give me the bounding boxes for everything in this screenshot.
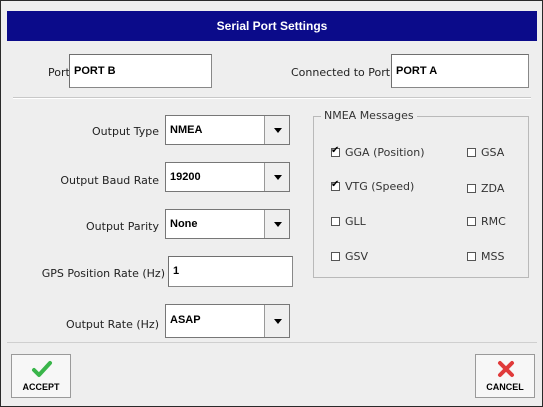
chevron-down-icon: [274, 222, 282, 227]
output-rate-select[interactable]: ASAP: [165, 304, 290, 338]
output-rate-value: ASAP: [170, 314, 201, 326]
checkbox-box[interactable]: [331, 251, 340, 261]
dialog-title: Serial Port Settings: [7, 11, 537, 41]
checkbox-box[interactable]: ✔: [331, 179, 340, 191]
baud-rate-value: 19200: [170, 171, 201, 183]
connected-port-label: Connected to Port: [291, 66, 391, 79]
output-rate-dropdown-button[interactable]: [264, 305, 289, 337]
checkbox-label: ZDA: [481, 182, 505, 195]
checkbox-label: VTG (Speed): [345, 180, 415, 193]
checkbox-box[interactable]: [467, 251, 476, 261]
cancel-button-label: CANCEL: [486, 382, 524, 392]
checkbox-label: GSA: [481, 146, 505, 159]
checkbox-label: GLL: [345, 215, 366, 228]
checkbox-gsv[interactable]: GSV: [331, 250, 368, 264]
check-mark-icon: ✔: [331, 144, 340, 156]
gps-rate-label: GPS Position Rate (Hz): [41, 267, 165, 280]
checkbox-gll[interactable]: GLL: [331, 215, 366, 229]
gps-rate-input[interactable]: 1: [168, 256, 293, 287]
checkbox-label: RMC: [481, 215, 506, 228]
output-type-value: NMEA: [170, 124, 203, 136]
checkbox-box[interactable]: [467, 216, 476, 226]
parity-select[interactable]: None: [165, 209, 290, 239]
checkbox-box[interactable]: [331, 216, 340, 226]
checkbox-zda[interactable]: ZDA: [467, 182, 504, 196]
checkbox-gga[interactable]: ✔ GGA (Position): [331, 145, 425, 160]
checkbox-label: MSS: [481, 250, 505, 263]
checkbox-rmc[interactable]: RMC: [467, 215, 506, 229]
baud-rate-select[interactable]: 19200: [165, 162, 290, 192]
baud-rate-label: Output Baud Rate: [60, 174, 159, 187]
checkbox-gsa[interactable]: GSA: [467, 146, 504, 160]
parity-label: Output Parity: [86, 220, 159, 233]
green-checkmark-icon: [12, 359, 70, 379]
check-mark-icon: ✔: [331, 178, 340, 190]
action-bar: [7, 342, 537, 400]
output-rate-label: Output Rate (Hz): [65, 318, 159, 331]
port-label: Port: [48, 66, 70, 79]
section-divider: [13, 97, 531, 99]
parity-value: None: [170, 218, 198, 230]
checkbox-label: GSV: [345, 250, 369, 263]
checkbox-mss[interactable]: MSS: [467, 250, 504, 264]
cancel-button[interactable]: CANCEL: [475, 354, 535, 398]
output-type-label: Output Type: [92, 125, 159, 138]
chevron-down-icon: [274, 128, 282, 133]
chevron-down-icon: [274, 319, 282, 324]
accept-button-label: ACCEPT: [22, 382, 60, 392]
checkbox-box[interactable]: [467, 147, 476, 157]
nmea-messages-title: NMEA Messages: [321, 109, 417, 122]
output-type-select[interactable]: NMEA: [165, 115, 290, 145]
checkbox-vtg[interactable]: ✔ VTG (Speed): [331, 179, 415, 194]
checkbox-label: GGA (Position): [345, 146, 425, 159]
parity-dropdown-button[interactable]: [264, 210, 289, 238]
checkbox-box[interactable]: ✔: [331, 145, 340, 157]
accept-button[interactable]: ACCEPT: [11, 354, 71, 398]
output-type-dropdown-button[interactable]: [264, 116, 289, 144]
serial-port-settings-dialog: Serial Port Settings Port PORT B Connect…: [0, 0, 543, 407]
chevron-down-icon: [274, 175, 282, 180]
port-field[interactable]: PORT B: [69, 54, 212, 88]
baud-rate-dropdown-button[interactable]: [264, 163, 289, 191]
checkbox-box[interactable]: [467, 183, 476, 193]
red-x-icon: [476, 359, 534, 379]
connected-port-field[interactable]: PORT A: [391, 54, 529, 88]
